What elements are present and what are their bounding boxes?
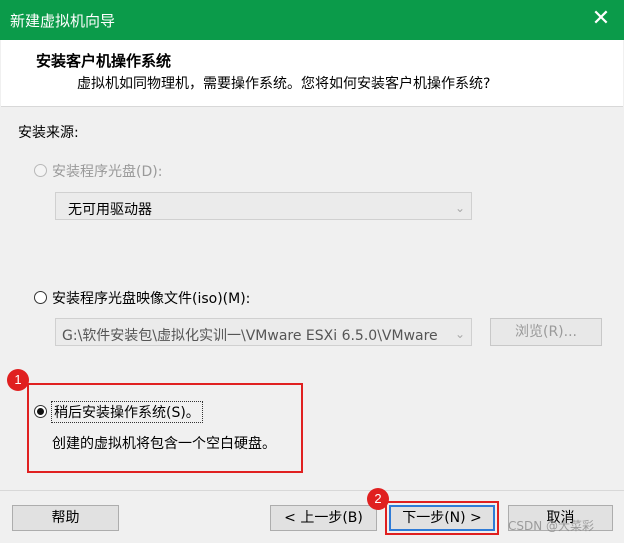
page-title: 安装客户机操作系统 [36, 52, 172, 70]
disc-radio[interactable] [34, 164, 47, 177]
help-button[interactable]: 帮助 [12, 505, 119, 531]
highlight-box-2 [385, 501, 499, 535]
iso-path-select[interactable]: G:\软件安装包\虚拟化实训一\VMware ESXi 6.5.0\VMware… [55, 318, 472, 346]
browse-button[interactable]: 浏览(R)... [490, 318, 602, 346]
title-bar: 新建虚拟机向导 ✕ [0, 0, 624, 40]
watermark: CSDN @大菜彩 [508, 519, 595, 533]
chevron-down-icon: ⌄ [454, 201, 465, 215]
iso-option-label: 安装程序光盘映像文件(iso)(M): [52, 291, 251, 307]
annotation-badge-2: 2 [367, 488, 389, 510]
close-icon[interactable]: ✕ [588, 6, 614, 32]
window-title: 新建虚拟机向导 [10, 12, 116, 30]
install-source-label: 安装来源: [18, 125, 79, 141]
page-subtitle: 虚拟机如同物理机，需要操作系统。您将如何安装客户机操作系统? [77, 76, 491, 92]
back-button[interactable]: < 上一步(B) [270, 505, 377, 531]
highlight-box-1 [27, 383, 303, 473]
chevron-down-icon: ⌄ [450, 327, 465, 341]
annotation-badge-1: 1 [7, 369, 29, 391]
iso-path-value: G:\软件安装包\虚拟化实训一\VMware ESXi 6.5.0\VMware [62, 328, 438, 344]
install-source-panel: 安装来源: 安装程序光盘(D): 无可用驱动器 ⌄ 安装程序光盘映像文件(iso… [0, 107, 624, 490]
wizard-header: 安装客户机操作系统 虚拟机如同物理机，需要操作系统。您将如何安装客户机操作系统? [1, 40, 623, 107]
footer-divider [0, 490, 624, 491]
disc-drive-value: 无可用驱动器 [68, 202, 152, 218]
iso-radio[interactable] [34, 291, 47, 304]
disc-drive-select[interactable]: 无可用驱动器 ⌄ [55, 192, 472, 220]
disc-option-label: 安装程序光盘(D): [52, 164, 163, 180]
